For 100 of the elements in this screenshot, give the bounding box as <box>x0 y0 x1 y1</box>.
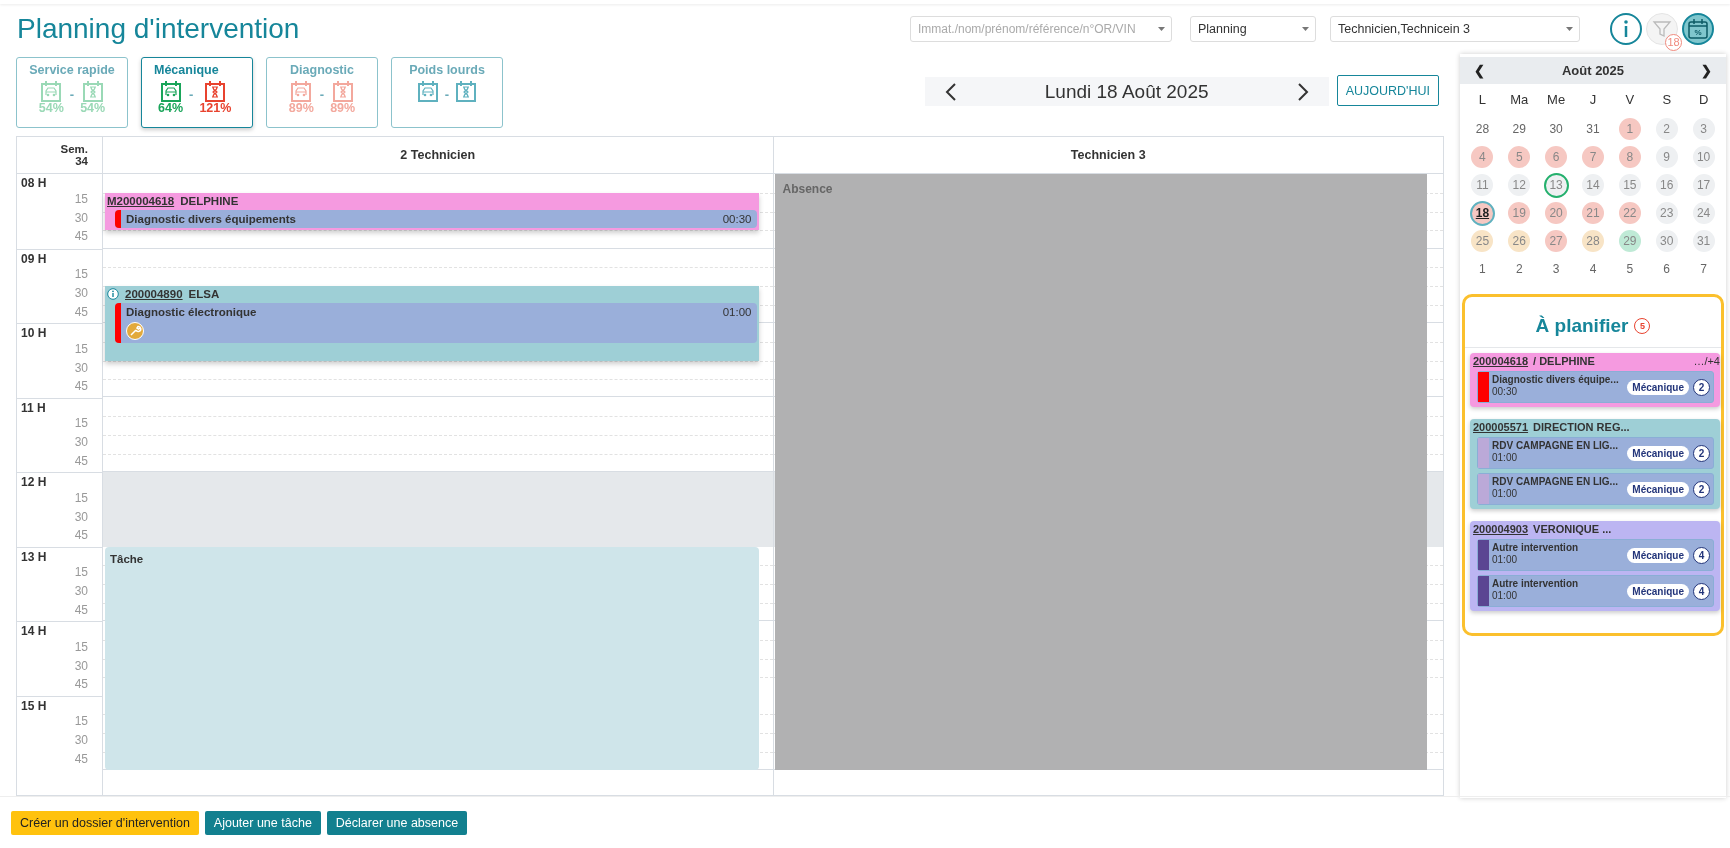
calendar-day[interactable]: 1 <box>1618 118 1641 140</box>
calendar-day[interactable]: 15 <box>1618 174 1641 196</box>
reference-link[interactable]: 200004618 <box>1473 355 1529 367</box>
calendar-day[interactable]: 1 <box>1471 258 1494 280</box>
calendar-day[interactable]: 22 <box>1618 202 1641 224</box>
calendar-day[interactable]: 17 <box>1692 174 1715 196</box>
calendar-day[interactable]: 30 <box>1545 118 1568 140</box>
appointment-card[interactable]: 200004890 ELSA Diagnostic électronique 01:00 <box>105 286 759 361</box>
column-header: 2 Technicien <box>400 148 476 163</box>
reference-link[interactable]: 200005571 <box>1473 421 1529 433</box>
task-row[interactable]: Autre intervention 01:00 Mécanique 4 <box>1477 539 1714 571</box>
category-tab[interactable]: Poids lourds - <box>391 57 503 128</box>
calendar-day[interactable]: 25 <box>1471 230 1494 252</box>
task-duration: 00:30 <box>722 213 752 225</box>
percentage: 54% <box>80 102 106 114</box>
category-tag: Mécanique <box>1627 481 1689 497</box>
separator: - <box>319 87 325 102</box>
calendar-day[interactable]: 3 <box>1692 118 1715 140</box>
calendar-day[interactable]: 16 <box>1655 174 1678 196</box>
calendar-day[interactable]: 18 <box>1469 200 1495 226</box>
action-button[interactable]: Déclarer une absence <box>326 810 468 835</box>
calendar-day[interactable]: 2 <box>1508 258 1531 280</box>
work-order-card[interactable]: 200005571 DIRECTION REG... RDV CAMPAGNE EN LIG... 01:00 Mécanique 2 RDV CAMPAGNE EN LIG... 01:00 Mécanique 2 <box>1470 419 1720 509</box>
next-day-button[interactable] <box>1296 81 1309 102</box>
reference-link[interactable]: 200004890 <box>125 288 183 301</box>
calendar-day[interactable]: 24 <box>1692 202 1715 224</box>
technician-dropdown[interactable]: Technicien,Technicein 3 <box>1330 16 1580 42</box>
calendar-day[interactable]: 31 <box>1692 230 1715 252</box>
calendar-day[interactable]: 8 <box>1618 146 1641 168</box>
weekday-label: L <box>1478 92 1487 108</box>
previous-day-button[interactable] <box>944 81 957 102</box>
calendar-day[interactable]: 12 <box>1508 174 1531 196</box>
work-order-card[interactable]: 200004903 VERONIQUE ... Autre intervention 01:00 Mécanique 4 Autre intervention 01:00 Mécanique 4 <box>1470 521 1720 611</box>
calendar-day[interactable]: 31 <box>1582 118 1604 140</box>
hour-label: 13 H <box>21 549 47 564</box>
calendar-day[interactable]: 21 <box>1582 202 1604 224</box>
category-tab[interactable]: Diagnostic 89% - 89% <box>266 57 378 128</box>
task-row[interactable]: Diagnostic divers équipements 00:30 <box>115 210 757 228</box>
calendar-day[interactable]: 29 <box>1508 118 1531 140</box>
calendar-day[interactable]: 6 <box>1655 258 1678 280</box>
absence-block[interactable]: Absence <box>774 174 1427 771</box>
calendar-day[interactable]: 9 <box>1655 146 1678 168</box>
calendar-day[interactable]: 14 <box>1582 174 1604 196</box>
category-tag: Mécanique <box>1627 583 1689 599</box>
calendar-day[interactable]: 29 <box>1618 230 1641 252</box>
reference-link[interactable]: M200004618 <box>107 195 175 207</box>
calendar-day[interactable]: 26 <box>1508 230 1531 252</box>
task-row[interactable]: RDV CAMPAGNE EN LIG... 01:00 Mécanique 2 <box>1477 437 1714 469</box>
percentage: 64% <box>158 102 184 114</box>
occupancy-calendar-button[interactable]: % <box>1682 13 1714 45</box>
calendar-day[interactable]: 4 <box>1582 258 1604 280</box>
task-duration: 01:00 <box>1492 452 1519 463</box>
calendar-day[interactable]: 7 <box>1582 146 1604 168</box>
task-row[interactable]: Autre intervention 01:00 Mécanique 4 <box>1477 575 1714 607</box>
calendar-day[interactable]: 3 <box>1545 258 1568 280</box>
category-tab[interactable]: Mécanique 64% - 121% <box>141 57 253 128</box>
quarter-label: 30 <box>74 360 88 375</box>
task-row[interactable]: RDV CAMPAGNE EN LIG... 01:00 Mécanique 2 <box>1477 473 1714 505</box>
calendar-day[interactable]: 28 <box>1582 230 1604 252</box>
calendar-day[interactable]: 10 <box>1692 146 1715 168</box>
task-row[interactable]: Diagnostic divers équipe... 00:30 Mécanique 2 <box>1477 371 1714 403</box>
quarter-label: 15 <box>74 714 88 729</box>
quarter-label: 15 <box>74 342 88 356</box>
category-tab[interactable]: Service rapide 54% - 54% <box>16 57 128 128</box>
calendar-day[interactable]: 20 <box>1545 202 1568 224</box>
action-button[interactable]: Créer un dossier d'intervention <box>11 810 199 835</box>
task-title: Autre intervention <box>1492 542 1580 553</box>
search-field[interactable]: Immat./nom/prénom/référence/n°OR/VIN <box>910 16 1172 42</box>
quarter-label: 30 <box>74 733 88 748</box>
count-badge: 2 <box>1693 480 1710 498</box>
calendar-day[interactable]: 5 <box>1618 258 1641 280</box>
quarter-label: 45 <box>74 677 88 692</box>
calendar-day[interactable]: 7 <box>1692 258 1715 280</box>
quarter-label: 45 <box>74 379 88 394</box>
next-month-button[interactable]: ❯ <box>1701 63 1712 78</box>
previous-month-button[interactable]: ❮ <box>1474 63 1485 78</box>
work-order-card[interactable]: 200004618 / DELPHINE …/+4 Diagnostic divers équipe... 00:30 Mécanique 2 <box>1470 353 1720 407</box>
calendar-day[interactable]: 27 <box>1545 230 1568 252</box>
appointment-card[interactable]: M200004618 DELPHINE Diagnostic divers équipements 00:30 <box>105 193 759 231</box>
column-header: Technicien 3 <box>1070 148 1146 163</box>
task-block[interactable]: Tâche <box>105 546 759 771</box>
view-dropdown[interactable]: Planning <box>1190 16 1316 42</box>
calendar-day[interactable]: 4 <box>1471 146 1494 168</box>
task-title: Diagnostic divers équipements <box>126 213 296 225</box>
action-button[interactable]: Ajouter une tâche <box>204 810 321 835</box>
calendar-day[interactable]: 13 <box>1543 172 1569 198</box>
calendar-day[interactable]: 2 <box>1655 118 1678 140</box>
calendar-day[interactable]: 28 <box>1471 118 1494 140</box>
weekday-label: Me <box>1547 92 1566 108</box>
calendar-day[interactable]: 23 <box>1655 202 1678 224</box>
info-button[interactable] <box>1610 13 1642 45</box>
calendar-day[interactable]: 5 <box>1508 146 1531 168</box>
calendar-day[interactable]: 30 <box>1655 230 1678 252</box>
calendar-day[interactable]: 6 <box>1545 146 1568 168</box>
month-title: Août 2025 <box>1561 63 1625 78</box>
calendar-day[interactable]: 19 <box>1508 202 1531 224</box>
reference-link[interactable]: 200004903 <box>1473 523 1529 535</box>
today-button[interactable]: AUJOURD'HUI <box>1336 75 1439 106</box>
task-row[interactable]: Diagnostic électronique 01:00 <box>115 303 757 344</box>
calendar-day[interactable]: 11 <box>1471 174 1494 196</box>
